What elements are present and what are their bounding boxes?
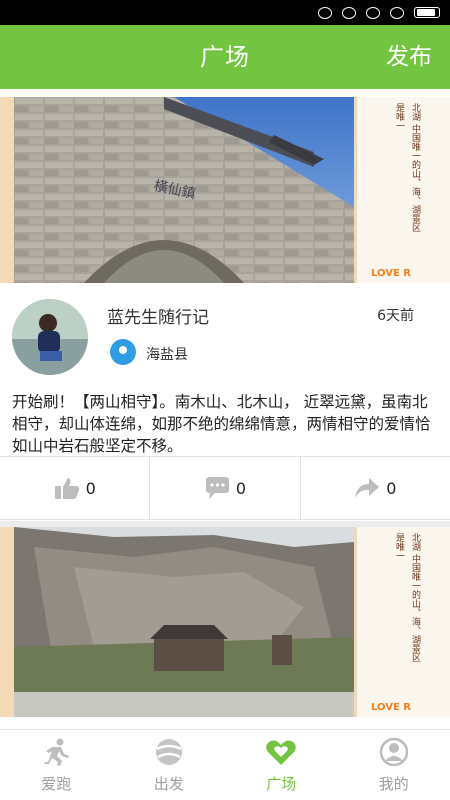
share-count: 0 (386, 478, 397, 498)
wifi-icon (366, 6, 380, 19)
tab-guangchang[interactable]: 广场 (225, 730, 338, 800)
avatar[interactable] (12, 299, 88, 375)
promo-text-2: 北湖 中国唯一的山、海、湖景区 (410, 533, 420, 662)
thumbs-up-icon (54, 478, 79, 499)
post-image[interactable]: 是唯一 北湖 中国唯一的山、海、湖景区 LOVE R (0, 527, 450, 717)
brand-logo: LOVE R (371, 268, 411, 279)
feed[interactable]: 橫仙鎮 是唯一 北湖 中国唯一的山、海、湖景区 LOVE R 蓝先生随行记 6天… (0, 89, 450, 729)
quarry-photo (14, 527, 354, 717)
page-title: 广场 (200, 43, 250, 71)
author-name[interactable]: 蓝先生随行记 (107, 303, 209, 328)
hotspot-icon (318, 6, 332, 19)
share-icon (355, 478, 380, 498)
tab-label: 爱跑 (41, 774, 72, 793)
comment-count: 0 (235, 478, 247, 498)
post-card: 是唯一 北湖 中国唯一的山、海、湖景区 LOVE R (0, 527, 450, 729)
tab-label: 出发 (153, 774, 184, 793)
post-actions: 0 0 0 (0, 456, 450, 520)
battery-icon (414, 7, 440, 18)
mute-icon (342, 6, 356, 19)
ball-icon (155, 738, 182, 765)
post-time: 6天前 (377, 308, 414, 324)
signal-icon (390, 6, 404, 19)
like-button[interactable]: 0 (0, 457, 151, 519)
hearts-icon (266, 740, 297, 765)
post-text: 开始刷！【两山相守】。南木山、北木山， 近翠远黛，虽南北相守，却山体连绵，如那不… (12, 393, 431, 455)
author-row: 蓝先生随行记 6天前 海盐县 (0, 289, 450, 379)
promo-strip: 是唯一 北湖 中国唯一的山、海、湖景区 LOVE R (356, 527, 450, 717)
brand-logo: LOVE R (371, 702, 411, 713)
promo-text-1: 是唯一 (394, 533, 404, 560)
bottom-tab-bar: 爱跑 出发 广场 我的 (0, 729, 450, 800)
tab-label: 我的 (378, 774, 409, 793)
share-button[interactable]: 0 (301, 457, 450, 519)
promo-text-2: 北湖 中国唯一的山、海、湖景区 (410, 103, 420, 232)
tab-chufa[interactable]: 出发 (113, 730, 226, 800)
comment-icon (205, 477, 229, 499)
like-count: 0 (85, 478, 96, 498)
promo-strip: 是唯一 北湖 中国唯一的山、海、湖景区 LOVE R (356, 97, 450, 283)
runner-icon (44, 738, 70, 766)
publish-button[interactable]: 发布 (386, 25, 432, 89)
user-icon (379, 737, 408, 766)
tab-aipao[interactable]: 爱跑 (0, 730, 113, 800)
location-pin-icon (110, 339, 136, 365)
comment-button[interactable]: 0 (150, 457, 301, 519)
status-bar (0, 0, 450, 25)
post-card: 橫仙鎮 是唯一 北湖 中国唯一的山、海、湖景区 LOVE R 蓝先生随行记 6天… (0, 89, 450, 521)
tab-wode[interactable]: 我的 (338, 730, 450, 800)
post-image[interactable]: 橫仙鎮 是唯一 北湖 中国唯一的山、海、湖景区 LOVE R (0, 97, 450, 283)
tab-label: 广场 (266, 774, 297, 793)
post-location: 海盐县 (146, 347, 188, 363)
gate-photo: 橫仙鎮 (14, 97, 354, 283)
title-bar: 广场 发布 (0, 25, 450, 89)
promo-text-1: 是唯一 (394, 103, 404, 130)
